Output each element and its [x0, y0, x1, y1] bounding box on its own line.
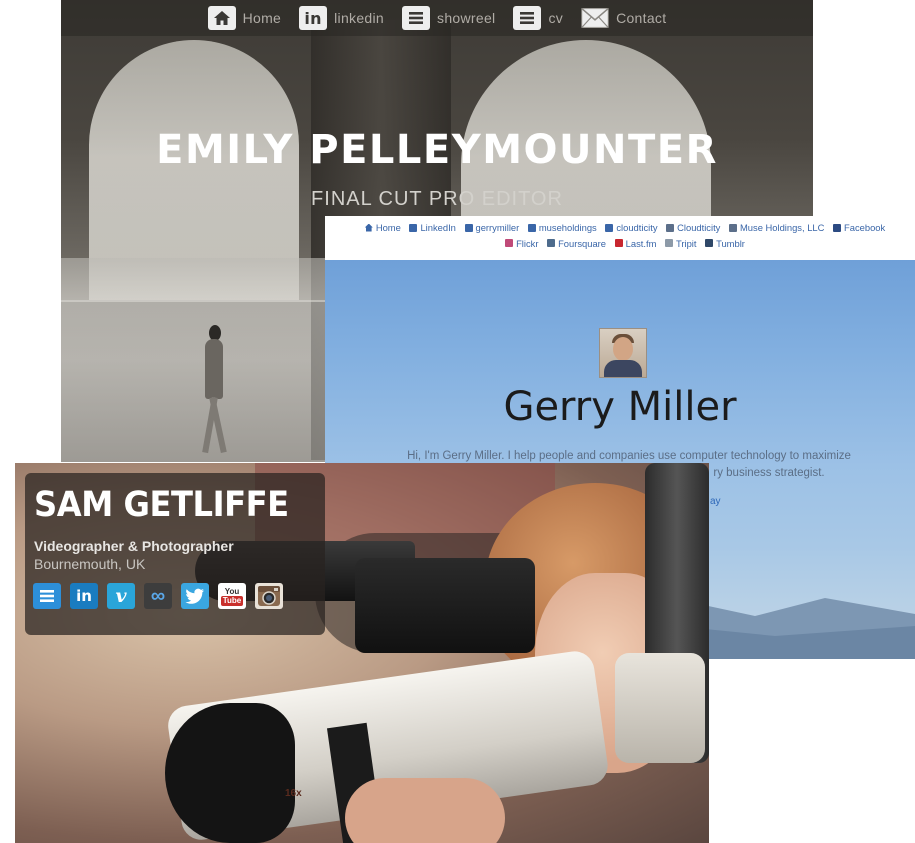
hand — [345, 778, 505, 843]
gerry-nav-label: museholdings — [538, 222, 597, 233]
page-title: SAM GETLIFFE — [34, 485, 289, 525]
nav-showreel-label: showreel — [437, 10, 496, 26]
twitter-icon — [464, 223, 473, 232]
profile-link[interactable]: ay — [710, 496, 721, 507]
gerry-nav-label: Cloudticity — [677, 222, 721, 233]
gerry-nav-label: Home — [375, 222, 401, 233]
nav-contact-label: Contact — [616, 10, 667, 26]
vimeo-icon: v — [115, 585, 127, 607]
menu-icon — [402, 6, 431, 30]
linkedin-icon-glyph: in — [304, 8, 322, 28]
social-vimeo-button[interactable]: v — [107, 583, 135, 609]
gerry-nav-muse-holdings[interactable]: Muse Holdings, LLC — [728, 220, 825, 235]
walking-person — [201, 325, 227, 455]
social-youtube-button[interactable]: You Tube — [218, 583, 246, 609]
gerry-top-nav: Home LinkedIn gerrymiller museholdings c… — [325, 216, 915, 251]
gerry-nav-label: cloudticity — [616, 222, 658, 233]
menu-icon — [513, 6, 542, 30]
linkedin-icon — [409, 223, 418, 232]
gerry-nav-label: Muse Holdings, LLC — [739, 222, 825, 233]
linkedin-icon: in — [299, 6, 328, 30]
gerry-nav-label: Foursquare — [558, 237, 607, 249]
gerry-nav-label: LinkedIn — [420, 222, 456, 233]
nav-showreel[interactable]: showreel — [402, 6, 495, 30]
gerry-nav-cloudticity-company[interactable]: Cloudticity — [666, 220, 720, 235]
nav-home[interactable]: Home — [207, 6, 282, 30]
gerry-nav-label: Last.fm — [625, 237, 657, 249]
gerry-nav-label: Tumblr — [716, 237, 745, 249]
gerry-nav-lastfm[interactable]: Last.fm — [614, 236, 657, 251]
lens-zoom-label: 16x — [285, 788, 302, 799]
page-role: Videographer & Photographer — [34, 538, 234, 554]
youtube-icon-top: You — [224, 586, 240, 596]
gerry-nav-tumblr[interactable]: Tumblr — [705, 236, 745, 251]
flickr-icon — [505, 239, 514, 247]
social-links: in v ∞ You Tube — [33, 583, 283, 609]
avatar — [599, 328, 647, 378]
sam-portfolio-screenshot: 16x SAM GETLIFFE Videographer & Photogra… — [15, 463, 709, 843]
social-flickr-button[interactable]: ∞ — [144, 583, 172, 609]
nav-contact[interactable]: Contact — [581, 6, 666, 30]
nav-linkedin[interactable]: in linkedin — [299, 6, 384, 30]
page-location: Bournemouth, UK — [34, 556, 146, 572]
gerry-nav-gerrymiller[interactable]: gerrymiller — [464, 220, 520, 235]
headphone-cup — [615, 653, 705, 763]
gerry-nav-linkedin[interactable]: LinkedIn — [409, 220, 456, 235]
envelope-icon — [581, 6, 609, 30]
gerry-nav-flickr[interactable]: Flickr — [505, 236, 538, 251]
tripit-icon — [665, 239, 673, 247]
gerry-nav-label: Facebook — [844, 222, 886, 233]
foursquare-icon — [547, 239, 556, 247]
profile-bio-line-1: Hi, I'm Gerry Miller. I help people and … — [407, 450, 851, 462]
gerry-nav-foursquare[interactable]: Foursquare — [547, 236, 606, 251]
page-title: EMILY PELLEYMOUNTER — [156, 127, 718, 173]
home-icon — [207, 6, 236, 30]
twitter-icon — [605, 223, 614, 232]
gerry-nav-museholdings[interactable]: museholdings — [527, 220, 597, 235]
linkedin-icon: in — [76, 587, 92, 605]
gerry-nav-row-2: Flickr Foursquare Last.fm Tripit Tumblr — [325, 236, 915, 252]
lens-hood — [165, 703, 295, 843]
facebook-icon — [833, 223, 842, 232]
nav-cv-label: cv — [548, 10, 564, 26]
nav-cv[interactable]: cv — [513, 6, 563, 30]
gerry-nav-label: Flickr — [516, 237, 539, 249]
social-instagram-button[interactable] — [255, 583, 283, 609]
twitter-bird-icon — [185, 588, 204, 604]
twitter-icon — [527, 223, 536, 232]
youtube-icon: Tube — [220, 595, 244, 606]
nav-home-label: Home — [242, 10, 282, 26]
instagram-camera-icon — [258, 586, 280, 606]
gerry-nav-row-1: Home LinkedIn gerrymiller museholdings c… — [325, 220, 915, 236]
social-twitter-button[interactable] — [181, 583, 209, 609]
menu-icon — [40, 590, 54, 602]
profile-name: Gerry Miller — [503, 384, 737, 430]
building-icon — [666, 223, 675, 232]
home-icon — [364, 223, 373, 232]
emily-top-nav: Home in linkedin showreel cv Contact — [61, 0, 813, 36]
social-menu-button[interactable] — [33, 583, 61, 609]
building-icon — [728, 223, 737, 232]
gerry-nav-label: Tripit — [676, 237, 697, 249]
gerry-nav-home[interactable]: Home — [364, 220, 401, 235]
gerry-nav-tripit[interactable]: Tripit — [665, 236, 696, 251]
nav-linkedin-label: linkedin — [334, 10, 385, 26]
gerry-nav-label: gerrymiller — [475, 222, 520, 233]
tumblr-icon — [705, 239, 714, 247]
camera-body — [355, 558, 535, 653]
gerry-nav-facebook[interactable]: Facebook — [833, 220, 885, 235]
gerry-nav-cloudticity[interactable]: cloudticity — [605, 220, 658, 235]
lastfm-icon — [614, 239, 623, 247]
infinity-icon: ∞ — [150, 584, 166, 607]
page-subtitle: FINAL CUT PRO EDITOR — [311, 188, 563, 210]
social-linkedin-button[interactable]: in — [70, 583, 98, 609]
